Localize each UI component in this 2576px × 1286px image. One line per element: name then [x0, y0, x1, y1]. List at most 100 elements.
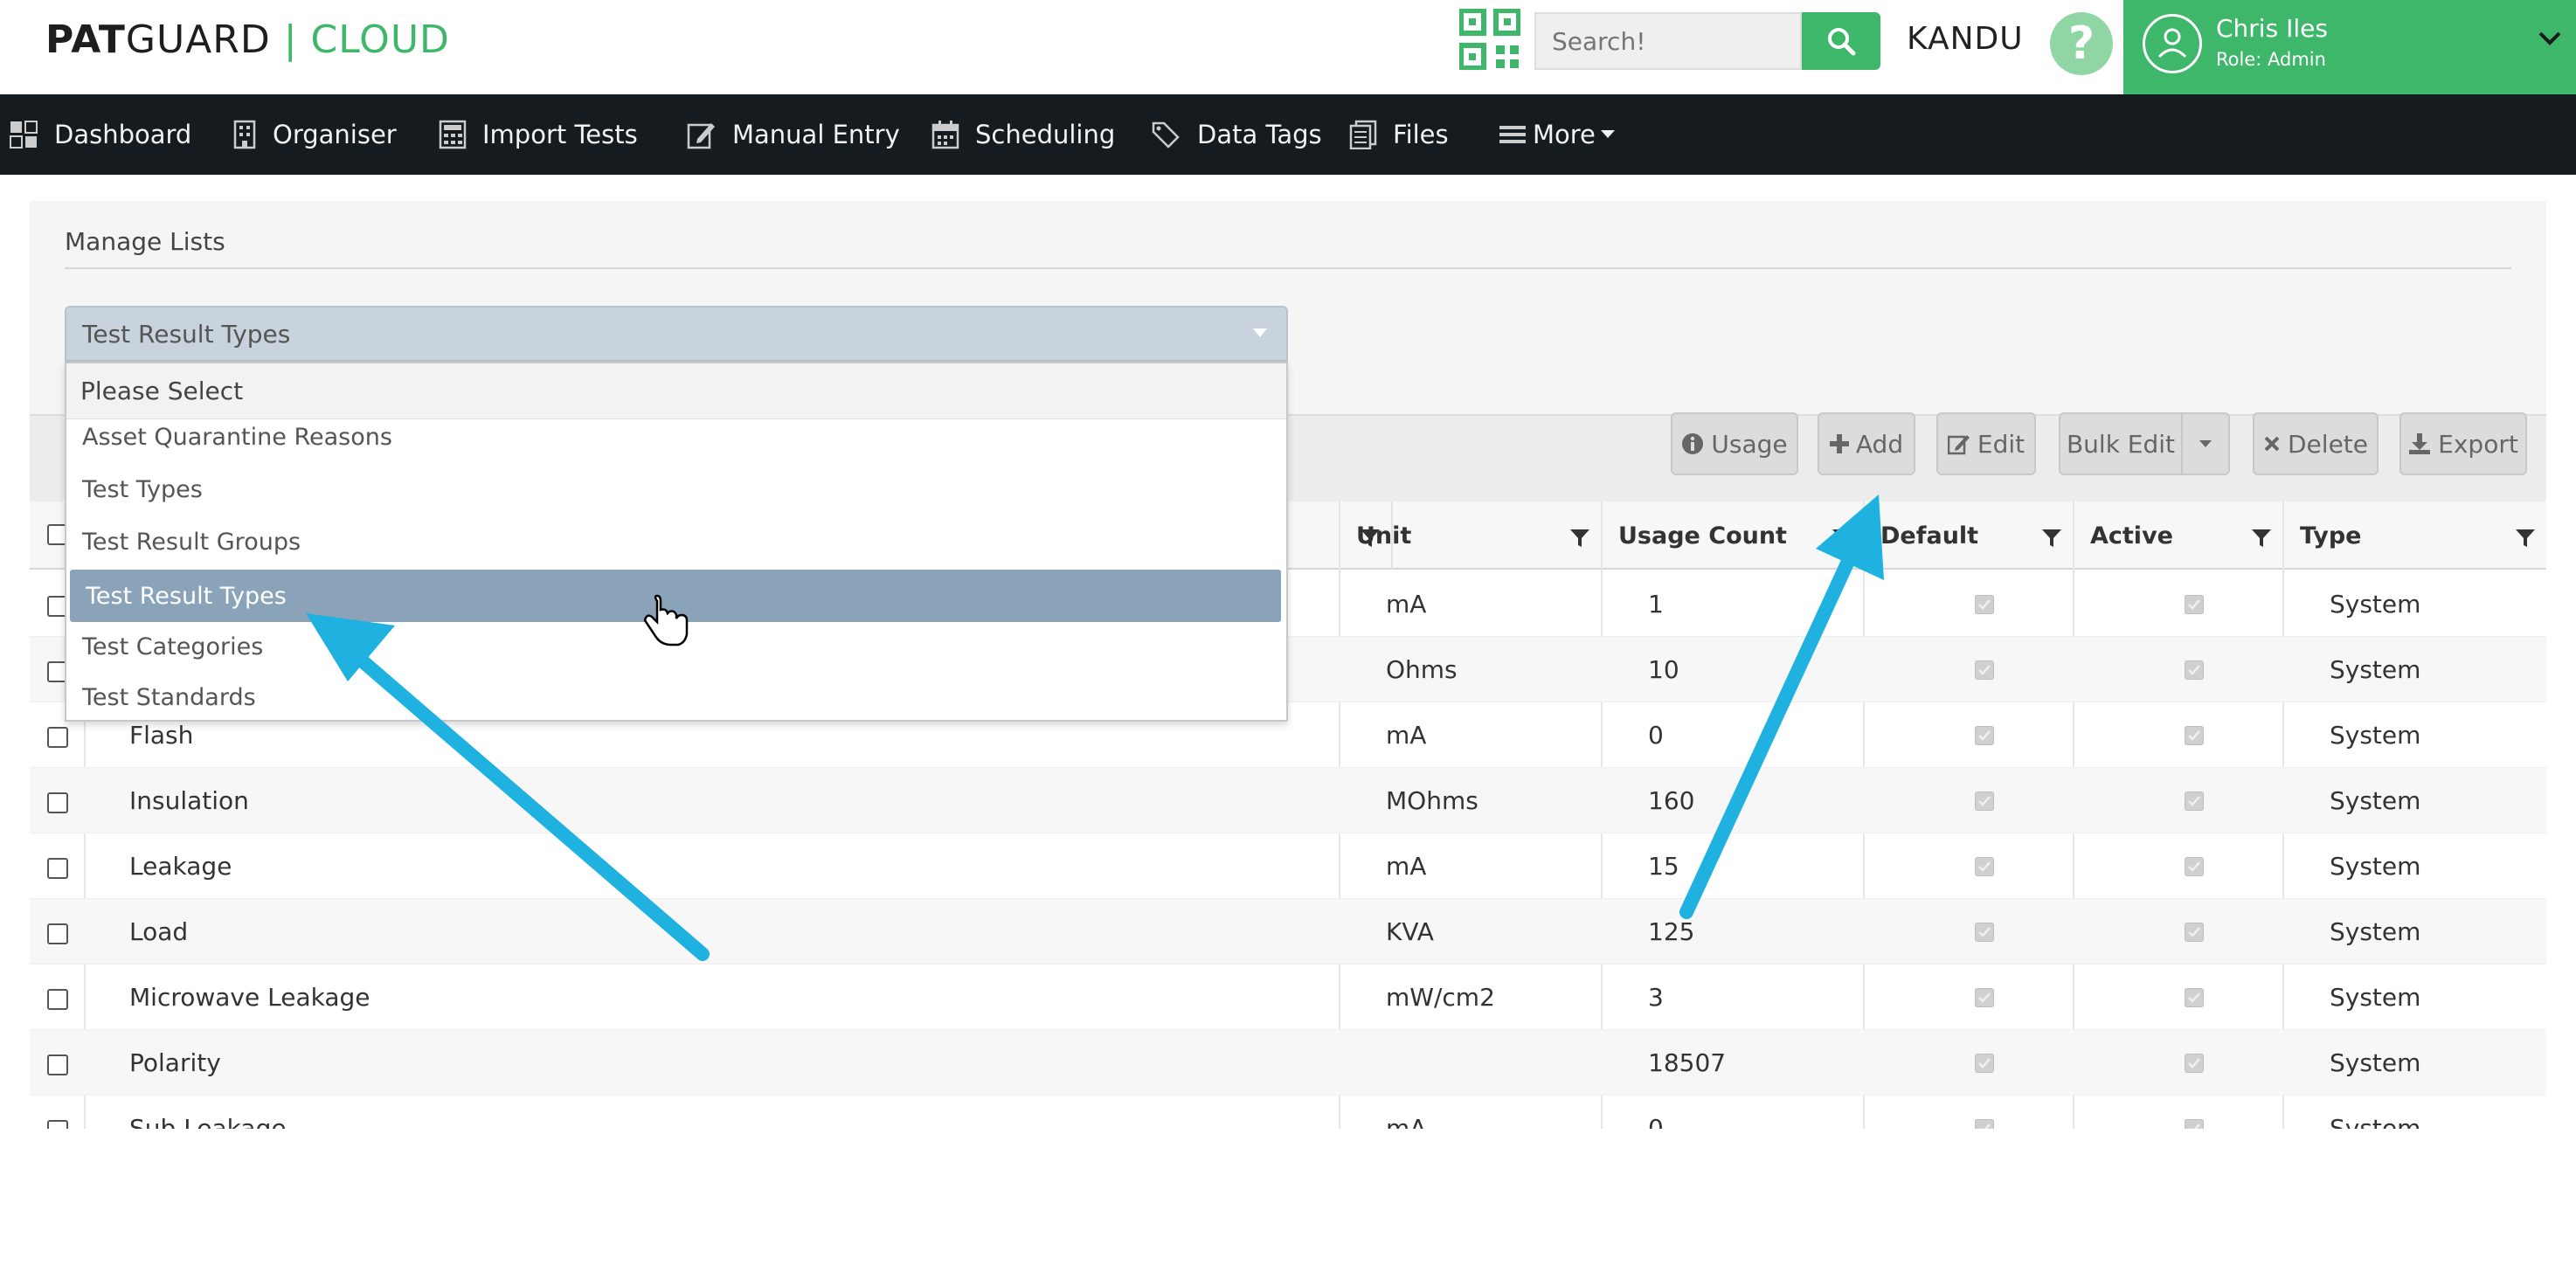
filter-icon[interactable] — [2515, 528, 2536, 549]
filter-icon[interactable] — [1569, 528, 1590, 549]
edit-button[interactable]: Edit — [1936, 412, 2036, 475]
dropdown-option-selected[interactable]: Test Result Types — [70, 570, 1281, 622]
row-checkbox[interactable] — [47, 792, 68, 813]
cell-default — [1959, 571, 1994, 637]
pencil-icon — [1947, 435, 1970, 455]
active-checkbox — [2185, 594, 2204, 614]
dropdown-option[interactable]: Asset Quarantine Reasons — [66, 411, 1286, 463]
table-row[interactable]: Insulation MOhms 160 System — [30, 768, 2546, 833]
bulk-edit-dropdown-button[interactable] — [2181, 412, 2230, 475]
filter-icon[interactable] — [2041, 528, 2062, 549]
row-checkbox[interactable] — [47, 923, 68, 944]
default-checkbox — [1975, 987, 1994, 1007]
cell-active — [2169, 964, 2204, 1030]
company-name: KANDU — [1907, 21, 2024, 57]
logo-text-pat: PAT — [45, 17, 126, 62]
nav-manual-entry[interactable]: Manual Entry — [687, 94, 900, 175]
search-button[interactable] — [1802, 12, 1880, 70]
active-checkbox — [2185, 922, 2204, 942]
row-checkbox[interactable] — [47, 858, 68, 879]
nav-organiser[interactable]: Organiser — [232, 94, 397, 175]
app-logo[interactable]: PATGUARD | CLOUD — [45, 17, 450, 62]
active-checkbox — [2185, 791, 2204, 811]
default-checkbox — [1975, 791, 1994, 811]
qr-code-icon[interactable] — [1459, 9, 1520, 70]
cell-active — [2169, 1030, 2204, 1096]
cell-active — [2169, 1096, 2204, 1129]
list-icon — [1499, 126, 1526, 143]
cell-type: System — [2330, 721, 2421, 750]
chevron-down-icon[interactable] — [2538, 30, 2562, 47]
add-button-label: Add — [1855, 429, 1904, 459]
cell-usage-count: 160 — [1648, 786, 1695, 815]
dropdown-option[interactable]: Test Categories — [66, 620, 1286, 673]
cell-name: Microwave Leakage — [129, 983, 370, 1012]
export-button[interactable]: Export — [2399, 412, 2527, 475]
cell-usage-count: 3 — [1648, 983, 1664, 1012]
cell-name: Load — [129, 917, 189, 946]
calendar-icon — [931, 121, 959, 149]
bulk-edit-button-label: Bulk Edit — [2066, 429, 2176, 459]
cell-active — [2169, 702, 2204, 768]
add-button[interactable]: Add — [1818, 412, 1915, 475]
search-input[interactable] — [1534, 12, 1802, 70]
cell-usage-count: 18507 — [1648, 1048, 1727, 1077]
cell-usage-count: 1 — [1648, 590, 1664, 619]
nav-organiser-label: Organiser — [273, 120, 397, 149]
cell-type: System — [2330, 655, 2421, 684]
header-unit[interactable]: Unit — [1340, 501, 1603, 570]
list-type-select[interactable]: Test Result Types — [65, 306, 1288, 362]
cell-type: System — [2330, 1048, 2421, 1077]
user-menu[interactable]: Chris Iles Role: Admin — [2123, 0, 2576, 94]
nav-import-tests[interactable]: Import Tests — [439, 94, 638, 175]
table-row[interactable]: Polarity 18507 System — [30, 1030, 2546, 1096]
nav-files[interactable]: Files — [1349, 94, 1449, 175]
dashboard-icon — [10, 121, 38, 149]
nav-import-tests-label: Import Tests — [482, 120, 638, 149]
cell-name: Leakage — [129, 852, 232, 881]
cell-usage-count: 0 — [1648, 721, 1664, 750]
table-row[interactable]: Microwave Leakage mW/cm2 3 System — [30, 964, 2546, 1030]
cell-default — [1959, 899, 1994, 964]
nav-data-tags[interactable]: Data Tags — [1152, 94, 1322, 175]
header-type-label: Type — [2300, 522, 2362, 550]
row-checkbox[interactable] — [47, 1054, 68, 1075]
row-checkbox[interactable] — [47, 989, 68, 1010]
cell-unit: MOhms — [1386, 786, 1478, 815]
header-usage-count-label: Usage Count — [1618, 522, 1787, 550]
header-usage-count[interactable]: Usage Count — [1603, 501, 1865, 570]
table-row[interactable]: Load KVA 125 System — [30, 899, 2546, 964]
panel-title: Manage Lists — [65, 227, 225, 256]
header-active[interactable]: Active — [2074, 501, 2284, 570]
filter-icon[interactable] — [1832, 528, 1852, 549]
nav-scheduling[interactable]: Scheduling — [931, 94, 1115, 175]
cell-usage-count: 10 — [1648, 655, 1679, 684]
cell-default — [1959, 833, 1994, 899]
cell-active — [2169, 833, 2204, 899]
nav-dashboard[interactable]: Dashboard — [9, 94, 191, 175]
help-icon[interactable]: ? — [2050, 12, 2113, 75]
default-checkbox — [1975, 922, 1994, 942]
filter-icon[interactable] — [2251, 528, 2272, 549]
dropdown-option[interactable]: Test Standards — [66, 671, 1286, 720]
list-type-select-value: Test Result Types — [82, 320, 291, 349]
usage-button[interactable]: Usage — [1671, 412, 1798, 475]
bulk-edit-button[interactable]: Bulk Edit — [2059, 412, 2183, 475]
export-button-label: Export — [2438, 429, 2518, 459]
dropdown-option[interactable]: Test Types — [66, 463, 1286, 515]
nav-more[interactable]: More — [1499, 94, 1631, 175]
row-checkbox[interactable] — [47, 727, 68, 748]
header-type[interactable]: Type — [2284, 501, 2546, 570]
table-row[interactable]: Leakage mA 15 System — [30, 833, 2546, 899]
cell-default — [1959, 1030, 1994, 1096]
delete-button[interactable]: Delete — [2253, 412, 2379, 475]
table-row[interactable]: Sub Leakage mA 0 System — [30, 1096, 2546, 1129]
active-checkbox — [2185, 725, 2204, 745]
cell-default — [1959, 1096, 1994, 1129]
header-default-label: Default — [1880, 522, 1979, 550]
header-default[interactable]: Default — [1865, 501, 2074, 570]
cell-usage-count: 125 — [1648, 917, 1695, 946]
nav-more-label: More — [1533, 120, 1596, 149]
row-checkbox[interactable] — [47, 1120, 68, 1129]
dropdown-option[interactable]: Test Result Groups — [66, 515, 1286, 568]
